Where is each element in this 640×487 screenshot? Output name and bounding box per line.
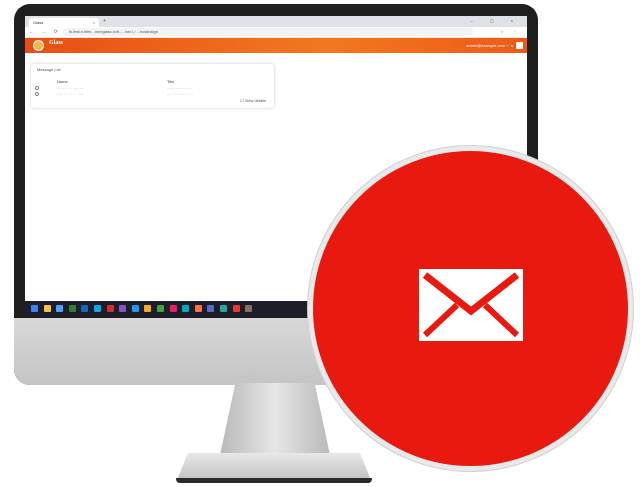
taskbar-app-icon[interactable] xyxy=(245,305,253,312)
row-select-radio[interactable] xyxy=(35,86,39,90)
taskbar-app-icon[interactable] xyxy=(220,305,227,312)
extension-icons[interactable]: ☆ ⋮ xyxy=(500,29,521,34)
column-header-name: Name xyxy=(57,79,68,84)
table-row-title[interactable]: ....... ....... ... ..... xyxy=(167,86,192,90)
taskbar-app-icon[interactable] xyxy=(119,305,127,312)
browser-toolbar: ← → ⟳ ⌂ lh.fest.n.lifeb...mexglass.io/fi… xyxy=(25,27,527,38)
table-row-name[interactable]: ...... ..... .. . .. ...... xyxy=(57,92,84,96)
taskbar-app-icon[interactable] xyxy=(157,305,164,312)
taskbar-app-icon[interactable] xyxy=(207,305,215,312)
new-tab-button[interactable]: + xyxy=(103,18,106,24)
taskbar-app-icon[interactable] xyxy=(194,305,202,312)
row-select-radio[interactable] xyxy=(35,92,39,96)
message-card: Message List Name Title ... ..... .. .. … xyxy=(31,64,274,108)
table-row-title[interactable]: ..... ..... ....... .. ... xyxy=(167,92,193,96)
view-details-link[interactable]: ☐ View details xyxy=(240,98,266,103)
app-header: Glass ............... admin@example.com … xyxy=(25,38,527,53)
mail-badge xyxy=(308,146,633,471)
address-bar[interactable]: lh.fest.n.lifeb...mexglass.io/fi...../on… xyxy=(63,28,473,36)
taskbar-app-icon[interactable] xyxy=(232,305,240,312)
taskbar-app-icon[interactable] xyxy=(31,305,38,312)
monitor-stand-shadow xyxy=(176,478,372,483)
column-header-title: Title xyxy=(167,79,175,84)
taskbar-app-icon[interactable] xyxy=(144,305,152,312)
taskbar-app-icon[interactable] xyxy=(56,305,64,312)
browser-tab[interactable]: Glass × xyxy=(29,18,99,27)
taskbar-app-icon[interactable] xyxy=(68,305,76,312)
taskbar-app-icon[interactable] xyxy=(131,305,139,312)
browser-tabstrip: Glass × + – ▢ × xyxy=(25,16,527,27)
tab-label: Glass xyxy=(33,20,44,25)
taskbar-app-icon[interactable] xyxy=(43,305,51,312)
app-logo-text: Glass xyxy=(49,40,64,46)
user-email[interactable]: admin@example.com ✓ ● xyxy=(466,43,513,48)
table-row-name[interactable]: ... ..... .. .. ..... .. .. xyxy=(57,86,84,90)
mail-icon xyxy=(419,269,523,341)
logo-icon xyxy=(33,40,44,51)
monitor-stand xyxy=(220,383,330,455)
taskbar-app-icon[interactable] xyxy=(169,305,177,312)
card-title: Message List xyxy=(37,67,61,72)
taskbar-app-icon[interactable] xyxy=(106,305,114,312)
taskbar-app-icon[interactable] xyxy=(94,305,101,312)
app-logo-subtitle: ............... xyxy=(49,47,62,51)
avatar[interactable] xyxy=(516,42,523,49)
taskbar-app-icon[interactable] xyxy=(81,305,89,312)
window-controls[interactable]: – ▢ × xyxy=(470,18,521,23)
tab-close-icon[interactable]: × xyxy=(93,20,95,25)
taskbar-app-icon[interactable] xyxy=(182,305,190,312)
